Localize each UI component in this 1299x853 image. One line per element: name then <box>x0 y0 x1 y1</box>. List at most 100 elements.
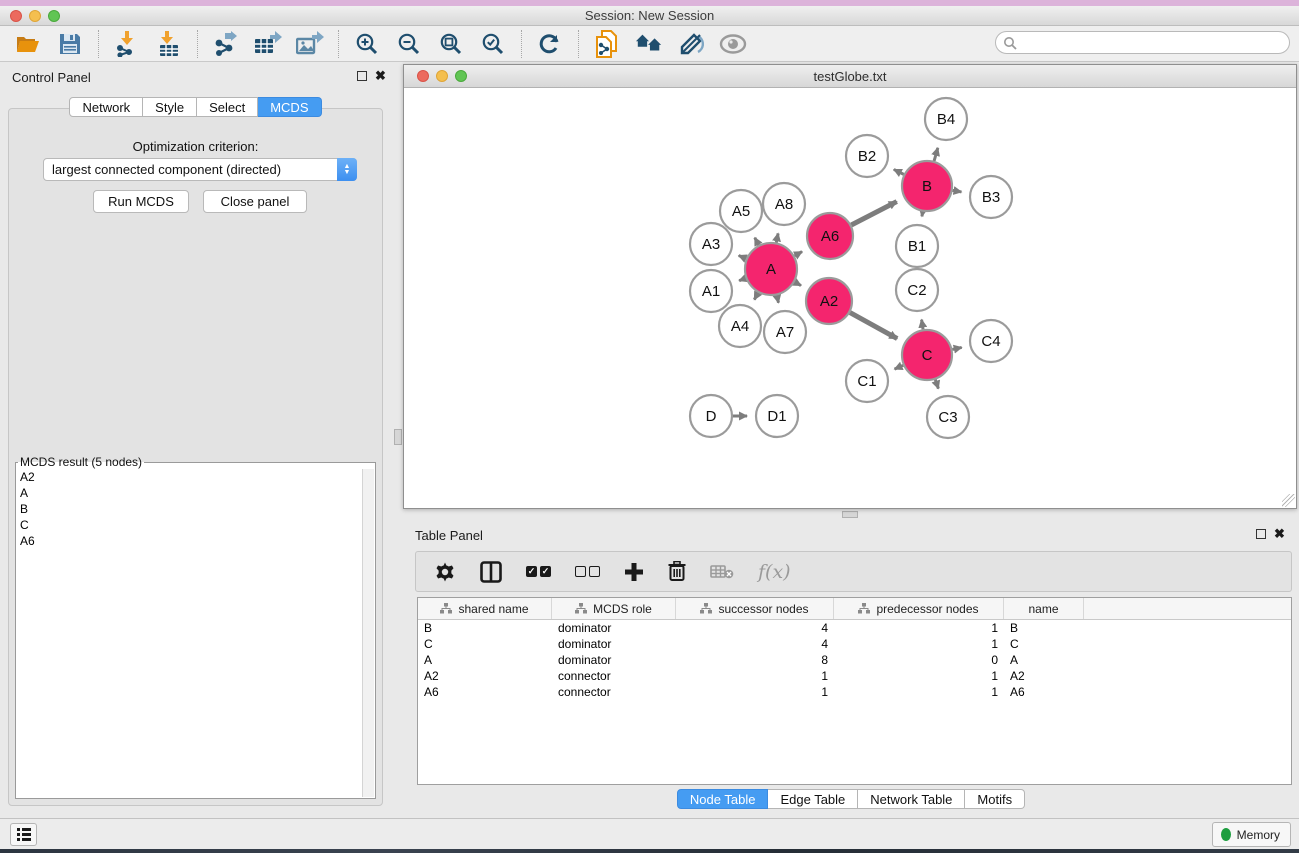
close-panel-button[interactable]: Close panel <box>203 190 307 213</box>
result-list-item[interactable]: A2 <box>17 469 362 485</box>
table-cell[interactable]: dominator <box>552 621 676 635</box>
tab-style[interactable]: Style <box>143 97 197 117</box>
task-history-button[interactable] <box>10 823 37 846</box>
graph-node-A1[interactable]: A1 <box>690 270 732 312</box>
table-cell[interactable]: dominator <box>552 637 676 651</box>
graph-node-A4[interactable]: A4 <box>719 305 761 347</box>
table-cell[interactable]: A <box>418 653 552 667</box>
graph-node-C2[interactable]: C2 <box>896 269 938 311</box>
graph-node-C4[interactable]: C4 <box>970 320 1012 362</box>
graph-node-B1[interactable]: B1 <box>896 225 938 267</box>
tab-motifs[interactable]: Motifs <box>965 789 1025 809</box>
window-resize-grip[interactable] <box>1282 494 1295 507</box>
deselect-all-icon[interactable] <box>575 558 600 586</box>
import-table-icon[interactable] <box>155 30 183 58</box>
edge-A2-C[interactable] <box>850 313 897 339</box>
table-cell[interactable]: 8 <box>676 653 834 667</box>
tab-edge-table[interactable]: Edge Table <box>768 789 858 809</box>
run-mcds-button[interactable]: Run MCDS <box>93 190 189 213</box>
column-settings-icon[interactable] <box>480 558 502 586</box>
graph-node-B2[interactable]: B2 <box>846 135 888 177</box>
graph-node-A7[interactable]: A7 <box>764 311 806 353</box>
table-row[interactable]: A2connector11A2 <box>418 668 1291 684</box>
table-cell[interactable]: 1 <box>834 621 1004 635</box>
edge-A-A4[interactable] <box>754 293 758 300</box>
edge-C-C2[interactable] <box>922 320 923 330</box>
graph-node-A6[interactable]: A6 <box>807 213 853 259</box>
close-table-panel-icon[interactable]: ✖ <box>1274 529 1285 539</box>
table-cell[interactable]: A6 <box>1004 685 1084 699</box>
hide-annotations-icon[interactable] <box>677 30 705 58</box>
edge-C-C3[interactable] <box>935 380 938 389</box>
graph-node-C[interactable]: C <box>902 330 952 380</box>
edge-A-A7[interactable] <box>777 295 779 302</box>
graph-node-C3[interactable]: C3 <box>927 396 969 438</box>
table-cell[interactable]: A2 <box>418 669 552 683</box>
column-header-name[interactable]: name <box>1004 598 1084 619</box>
table-row[interactable]: Bdominator41B <box>418 620 1291 636</box>
tab-network[interactable]: Network <box>69 97 143 117</box>
edge-A-A2[interactable] <box>795 282 801 285</box>
tab-mcds[interactable]: MCDS <box>258 97 321 117</box>
edge-B-B2[interactable] <box>894 169 904 174</box>
tab-network-table[interactable]: Network Table <box>858 789 965 809</box>
graph-node-B3[interactable]: B3 <box>970 176 1012 218</box>
graph-node-B4[interactable]: B4 <box>925 98 967 140</box>
result-list-item[interactable]: B <box>17 501 362 517</box>
import-network-icon[interactable] <box>113 30 141 58</box>
table-cell[interactable]: C <box>418 637 552 651</box>
vertical-splitter-handle[interactable] <box>394 429 402 445</box>
table-cell[interactable]: C <box>1004 637 1084 651</box>
clone-network-icon[interactable] <box>593 30 621 58</box>
edge-A-A5[interactable] <box>755 238 759 245</box>
table-cell[interactable]: connector <box>552 685 676 699</box>
column-header-predecessor-nodes[interactable]: predecessor nodes <box>834 598 1004 619</box>
table-cell[interactable]: 4 <box>676 637 834 651</box>
edge-B-B3[interactable] <box>953 190 962 192</box>
graph-node-D[interactable]: D <box>690 395 732 437</box>
table-row[interactable]: A6connector11A6 <box>418 684 1291 700</box>
table-cell[interactable]: B <box>1004 621 1084 635</box>
refresh-icon[interactable] <box>536 30 564 58</box>
tab-node-table[interactable]: Node Table <box>677 789 769 809</box>
graph-node-A5[interactable]: A5 <box>720 190 762 232</box>
float-table-panel-icon[interactable] <box>1256 529 1266 539</box>
edge-C-C4[interactable] <box>952 347 961 349</box>
graph-node-A8[interactable]: A8 <box>763 183 805 225</box>
criterion-dropdown[interactable]: largest connected component (directed) ▲… <box>43 158 357 181</box>
add-column-icon[interactable] <box>624 558 644 586</box>
delete-table-icon[interactable] <box>710 558 734 586</box>
zoom-out-icon[interactable] <box>395 30 423 58</box>
network-graph[interactable]: A5A8A3A1A4A7AA6A2B2B4B3B1BC2C4C1C3CDD1 <box>404 88 1296 508</box>
graph-node-A3[interactable]: A3 <box>690 223 732 265</box>
result-list-item[interactable]: A6 <box>17 533 362 549</box>
open-file-icon[interactable] <box>14 30 42 58</box>
zoom-in-icon[interactable] <box>353 30 381 58</box>
edge-A-A3[interactable] <box>739 256 746 259</box>
node-table[interactable]: shared nameMCDS rolesuccessor nodesprede… <box>417 597 1292 785</box>
table-cell[interactable]: 1 <box>834 637 1004 651</box>
table-cell[interactable]: 1 <box>676 685 834 699</box>
gear-icon[interactable] <box>434 558 456 586</box>
edge-C-C1[interactable] <box>895 365 904 369</box>
float-panel-icon[interactable] <box>357 71 367 81</box>
graph-node-B[interactable]: B <box>902 161 952 211</box>
memory-button[interactable]: Memory <box>1212 822 1291 847</box>
table-cell[interactable]: B <box>418 621 552 635</box>
table-cell[interactable]: A6 <box>418 685 552 699</box>
select-all-icon[interactable]: ✓✓ <box>526 558 551 586</box>
table-cell[interactable]: A2 <box>1004 669 1084 683</box>
table-cell[interactable]: 0 <box>834 653 1004 667</box>
table-cell[interactable]: 1 <box>834 685 1004 699</box>
home-layout-icon[interactable] <box>635 30 663 58</box>
table-cell[interactable]: 1 <box>834 669 1004 683</box>
column-header-MCDS-role[interactable]: MCDS role <box>552 598 676 619</box>
table-cell[interactable]: 4 <box>676 621 834 635</box>
delete-column-icon[interactable] <box>668 558 686 586</box>
edge-A-A6[interactable] <box>795 252 803 256</box>
edge-B-B1[interactable] <box>922 212 923 217</box>
edge-A6-B[interactable] <box>851 202 896 225</box>
table-cell[interactable]: dominator <box>552 653 676 667</box>
result-list-scrollbar[interactable] <box>362 469 374 797</box>
search-input[interactable] <box>1021 36 1289 50</box>
